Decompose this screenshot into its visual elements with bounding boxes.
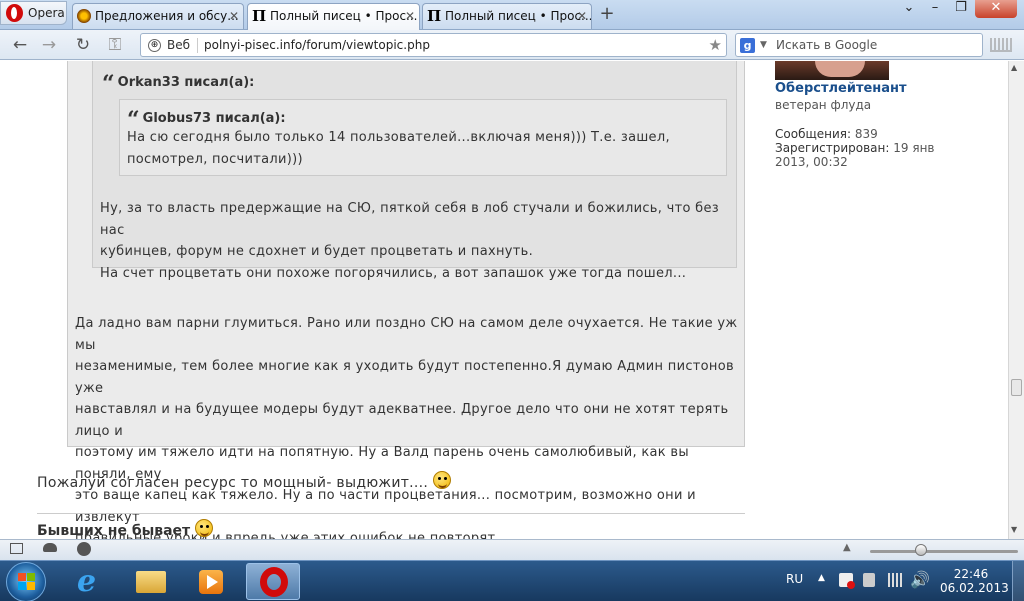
panel-toggle-icon[interactable] <box>990 38 1012 52</box>
device-icon[interactable] <box>863 573 875 587</box>
windows-taskbar: e RU ▲ 🔊 22:46 06.02.2013 <box>0 560 1024 601</box>
zoom-slider[interactable] <box>870 550 1018 553</box>
action-center-icon[interactable] <box>839 573 855 589</box>
page-scrollbar[interactable]: ▲ ▼ <box>1008 61 1024 539</box>
start-button[interactable] <box>6 562 46 601</box>
tab-label: Полный писец • Прос... <box>445 9 592 23</box>
tab-0[interactable]: Предложения и обсу... ✕ <box>72 3 244 29</box>
status-bar: ▲ <box>0 539 1024 560</box>
scroll-thumb[interactable] <box>1011 379 1022 396</box>
smiley-icon <box>432 471 451 489</box>
clock-date: 06.02.2013 <box>940 581 1009 595</box>
back-icon[interactable]: ← <box>9 35 31 55</box>
registered-time: 2013, 00:32 <box>775 155 848 169</box>
signature: Бывших не бывает <box>37 519 214 539</box>
reply-text: Пожалуй согласен ресурс то мощный- выдюж… <box>37 471 451 495</box>
unite-icon[interactable] <box>43 543 57 552</box>
turbo-icon[interactable] <box>77 542 91 556</box>
quote-text: Да ладно вам парни глумиться. Рано или п… <box>75 316 738 539</box>
panel-icon[interactable] <box>10 543 23 554</box>
quote-author: “Orkan33 писал(а): <box>102 71 255 97</box>
quote-author: “Globus73 писал(а): <box>127 107 286 133</box>
nested-quote-text: Ну, за то власть предержащие на СЮ, пятк… <box>100 201 719 281</box>
tab-label: Полный писец • Прос... <box>270 9 418 23</box>
site-info-label[interactable]: Веб <box>167 34 190 56</box>
url-text[interactable]: polnyi-pisec.info/forum/viewtopic.php <box>204 34 430 56</box>
quote-mark-icon: “ <box>102 71 115 97</box>
file-explorer-icon[interactable] <box>124 563 178 600</box>
tab-bar: Opera Предложения и обсу... ✕ П Полный п… <box>0 0 1024 30</box>
opera-logo-icon <box>6 4 23 22</box>
language-indicator[interactable]: RU <box>786 572 803 586</box>
tab-list-icon[interactable]: ⌄ <box>899 0 919 18</box>
new-tab-button[interactable]: + <box>597 4 617 24</box>
author-posts: Сообщения: 839 <box>775 127 878 141</box>
smiley-icon <box>195 519 214 537</box>
forum-favicon-icon: П <box>252 7 267 25</box>
forward-icon[interactable]: → <box>38 35 60 55</box>
author-rank-link[interactable]: Оберстлейтенант <box>775 81 907 96</box>
opera-menu-button[interactable]: Opera <box>0 1 67 25</box>
opera-menu-label: Opera <box>28 6 65 20</box>
search-field[interactable]: g ▼ Искать в Google <box>735 33 983 57</box>
show-desktop-button[interactable] <box>1012 561 1024 601</box>
search-placeholder: Искать в Google <box>776 38 878 52</box>
key-icon[interactable]: ⚿ <box>104 35 126 55</box>
registered-date: 19 янв <box>893 141 935 155</box>
scroll-down-icon[interactable]: ▼ <box>1011 525 1017 534</box>
google-icon[interactable]: g <box>740 38 755 53</box>
posts-label: Сообщения: <box>775 127 852 141</box>
internet-explorer-icon[interactable]: e <box>64 563 118 600</box>
bookmark-star-icon[interactable]: ★ <box>709 34 722 56</box>
forum-favicon-icon: П <box>427 7 442 25</box>
inner-quote: “Globus73 писал(а): На сю сегодня было т… <box>119 99 727 176</box>
media-player-icon[interactable] <box>184 563 238 600</box>
clock-time: 22:46 <box>953 567 989 581</box>
site-favicon-icon <box>77 9 91 23</box>
tab-label: Предложения и обсу... <box>95 9 239 23</box>
address-field[interactable]: ⊕ Веб polnyi-pisec.info/forum/viewtopic.… <box>140 33 727 57</box>
address-toolbar: ← → ↻ ⚿ ⊕ Веб polnyi-pisec.info/forum/vi… <box>0 30 1024 60</box>
close-tab-icon[interactable]: ✕ <box>229 4 239 28</box>
quote-block: “Orkan33 писал(а): “Globus73 писал(а): Н… <box>67 61 745 539</box>
opera-taskbar-icon[interactable] <box>246 563 300 600</box>
minimize-icon[interactable]: – <box>922 0 948 18</box>
show-hidden-icons[interactable]: ▲ <box>818 573 825 583</box>
registered-label: Зарегистрирован: <box>775 141 890 155</box>
posts-value: 839 <box>854 127 878 141</box>
reload-icon[interactable]: ↻ <box>72 35 94 55</box>
zoom-slider-handle[interactable] <box>915 544 927 556</box>
restore-icon[interactable]: ❐ <box>948 0 974 18</box>
signature-divider <box>37 513 745 514</box>
nested-quote: “Orkan33 писал(а): “Globus73 писал(а): Н… <box>92 61 737 281</box>
author-title: ветеран флуда <box>775 98 872 112</box>
scroll-up-icon[interactable]: ▲ <box>1011 63 1017 72</box>
close-tab-icon[interactable]: ✕ <box>405 4 415 28</box>
volume-icon[interactable]: 🔊 <box>910 570 930 589</box>
tab-1-active[interactable]: П Полный писец • Прос... ✕ <box>247 3 420 30</box>
forum-page: Оберстлейтенант ветеран флуда Сообщения:… <box>0 61 1008 539</box>
zoom-out-icon[interactable]: ▲ <box>843 542 851 553</box>
network-icon[interactable] <box>886 573 902 587</box>
clock[interactable]: 22:46 06.02.2013 <box>940 567 1009 595</box>
tab-2[interactable]: П Полный писец • Прос... ✕ <box>422 3 592 29</box>
close-tab-icon[interactable]: ✕ <box>577 4 587 28</box>
search-engine-dropdown-icon[interactable]: ▼ <box>760 34 767 56</box>
globe-icon: ⊕ <box>148 39 161 52</box>
avatar[interactable] <box>775 61 889 80</box>
inner-quote-text: На сю сегодня было только 14 пользовател… <box>127 130 670 167</box>
author-registered: Зарегистрирован: 19 янв 2013, 00:32 <box>775 141 935 169</box>
close-window-icon[interactable]: ✕ <box>975 0 1017 18</box>
